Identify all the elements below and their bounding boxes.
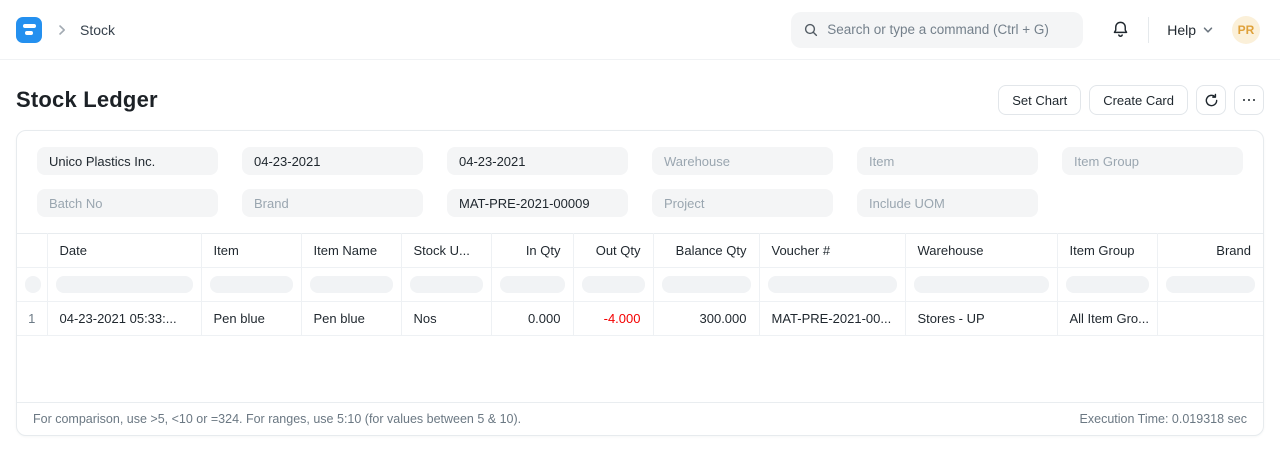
navbar-right: Help PR: [791, 12, 1260, 48]
table-empty-area: [17, 336, 1263, 402]
report-filters: [17, 131, 1263, 233]
cell-out-qty[interactable]: -4.000: [573, 302, 653, 336]
navbar: Stock Help PR: [0, 0, 1280, 60]
user-avatar[interactable]: PR: [1232, 16, 1260, 44]
table-header-row: Date Item Item Name Stock U... In Qty Ou…: [17, 234, 1263, 268]
column-filter-input[interactable]: [491, 268, 573, 302]
column-filter-input[interactable]: [759, 268, 905, 302]
column-header-balance-qty[interactable]: Balance Qty: [653, 234, 759, 268]
column-filter-input[interactable]: [1057, 268, 1157, 302]
help-label: Help: [1167, 22, 1196, 38]
include-uom-filter[interactable]: [857, 189, 1038, 217]
cell-item-name[interactable]: Pen blue: [301, 302, 401, 336]
column-filter-input[interactable]: [573, 268, 653, 302]
ellipsis-icon: [1243, 99, 1256, 102]
column-filter-input[interactable]: [47, 268, 201, 302]
column-header-out-qty[interactable]: Out Qty: [573, 234, 653, 268]
logo-glyph: [25, 31, 33, 35]
column-filter-input[interactable]: [905, 268, 1057, 302]
column-header-item-group[interactable]: Item Group: [1057, 234, 1157, 268]
column-header-date[interactable]: Date: [47, 234, 201, 268]
page-actions: Set Chart Create Card: [998, 85, 1264, 115]
chevron-down-icon: [1202, 24, 1214, 36]
company-filter[interactable]: [37, 147, 218, 175]
column-filter-row: [17, 268, 1263, 302]
more-button[interactable]: [1234, 85, 1264, 115]
search-icon: [803, 22, 819, 38]
bell-icon: [1111, 20, 1130, 39]
warehouse-filter[interactable]: [652, 147, 833, 175]
page-title: Stock Ledger: [16, 87, 158, 113]
cell-balance-qty[interactable]: 300.000: [653, 302, 759, 336]
row-index-header: [17, 234, 47, 268]
column-header-item-name[interactable]: Item Name: [301, 234, 401, 268]
help-menu[interactable]: Help: [1167, 22, 1214, 38]
column-filter-input[interactable]: [401, 268, 491, 302]
from-date-filter[interactable]: [242, 147, 423, 175]
breadcrumb-chevron-icon: [54, 22, 70, 38]
column-header-in-qty[interactable]: In Qty: [491, 234, 573, 268]
project-filter[interactable]: [652, 189, 833, 217]
set-chart-button[interactable]: Set Chart: [998, 85, 1081, 115]
column-header-item[interactable]: Item: [201, 234, 301, 268]
cell-warehouse[interactable]: Stores - UP: [905, 302, 1057, 336]
execution-time-text: Execution Time: 0.019318 sec: [1080, 412, 1247, 426]
cell-in-qty[interactable]: 0.000: [491, 302, 573, 336]
cell-voucher[interactable]: MAT-PRE-2021-00...: [759, 302, 905, 336]
column-filter-input[interactable]: [1157, 268, 1263, 302]
cell-item[interactable]: Pen blue: [201, 302, 301, 336]
column-header-warehouse[interactable]: Warehouse: [905, 234, 1057, 268]
column-filter-input[interactable]: [201, 268, 301, 302]
refresh-icon: [1204, 93, 1219, 108]
to-date-filter[interactable]: [447, 147, 628, 175]
navbar-left: Stock: [16, 17, 115, 43]
item-filter[interactable]: [857, 147, 1038, 175]
batch-no-filter[interactable]: [37, 189, 218, 217]
column-filter-input[interactable]: [653, 268, 759, 302]
column-header-voucher[interactable]: Voucher #: [759, 234, 905, 268]
data-table: Date Item Item Name Stock U... In Qty Ou…: [17, 233, 1263, 336]
cell-date[interactable]: 04-23-2021 05:33:...: [47, 302, 201, 336]
app-logo[interactable]: [16, 17, 42, 43]
row-index: 1: [17, 302, 47, 336]
search-input[interactable]: [827, 22, 1071, 37]
create-card-button[interactable]: Create Card: [1089, 85, 1188, 115]
cell-brand[interactable]: [1157, 302, 1263, 336]
column-filter-input[interactable]: [301, 268, 401, 302]
page-head: Stock Ledger Set Chart Create Card: [0, 60, 1280, 115]
cell-stock-uom[interactable]: Nos: [401, 302, 491, 336]
refresh-button[interactable]: [1196, 85, 1226, 115]
logo-glyph: [23, 24, 36, 28]
divider: [1148, 17, 1149, 43]
filter-hint-text: For comparison, use >5, <10 or =324. For…: [33, 412, 521, 426]
column-filter-cell[interactable]: [17, 268, 47, 302]
cell-item-group[interactable]: All Item Gro...: [1057, 302, 1157, 336]
voucher-no-filter[interactable]: [447, 189, 628, 217]
notifications-button[interactable]: [1111, 20, 1130, 39]
column-header-brand[interactable]: Brand: [1157, 234, 1263, 268]
search-bar[interactable]: [791, 12, 1083, 48]
table-row[interactable]: 1 04-23-2021 05:33:... Pen blue Pen blue…: [17, 302, 1263, 336]
brand-filter[interactable]: [242, 189, 423, 217]
report-card: Date Item Item Name Stock U... In Qty Ou…: [16, 130, 1264, 436]
column-header-stock-uom[interactable]: Stock U...: [401, 234, 491, 268]
breadcrumb[interactable]: Stock: [80, 22, 115, 38]
report-footer: For comparison, use >5, <10 or =324. For…: [17, 402, 1263, 435]
item-group-filter[interactable]: [1062, 147, 1243, 175]
